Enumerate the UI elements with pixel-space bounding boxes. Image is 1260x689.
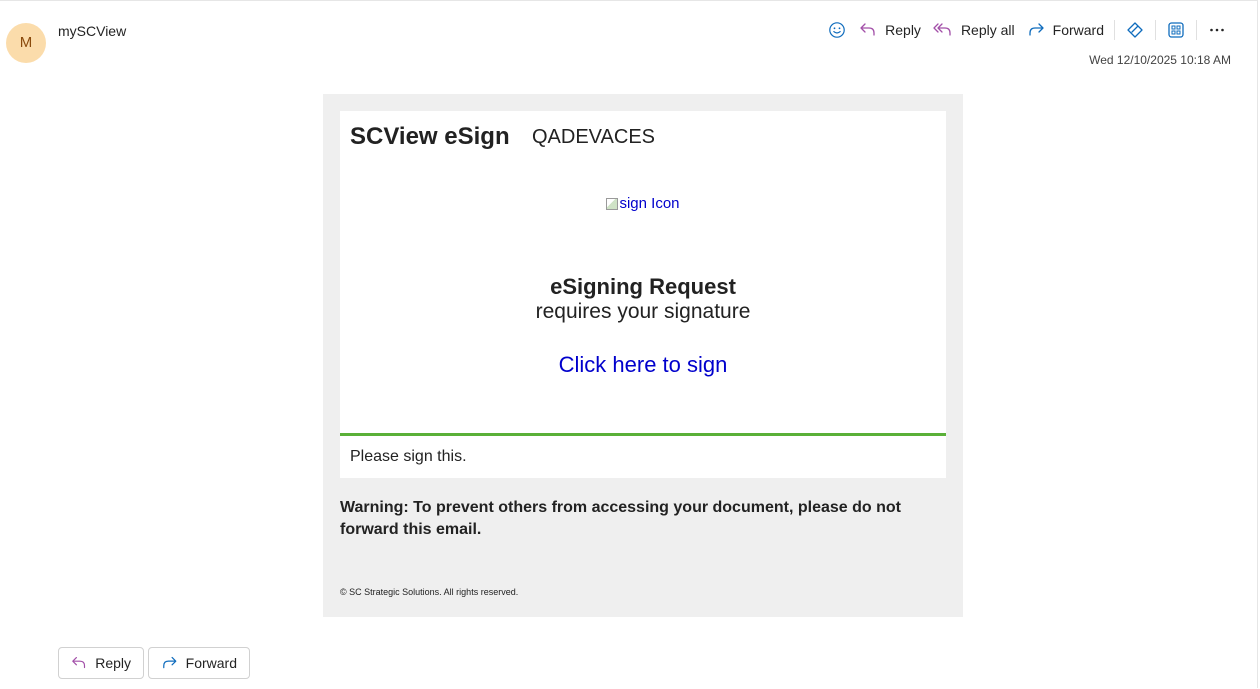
footer-reply-button[interactable]: Reply bbox=[58, 647, 144, 679]
forward-button[interactable]: Forward bbox=[1021, 17, 1110, 43]
broken-image-icon bbox=[606, 198, 619, 210]
reply-icon bbox=[72, 657, 86, 669]
footer-reply-label: Reply bbox=[95, 655, 131, 671]
reply-label: Reply bbox=[885, 22, 921, 38]
loop-icon bbox=[1127, 22, 1143, 38]
request-title: eSigning Request bbox=[550, 274, 736, 299]
brand-title: SCView eSign bbox=[350, 123, 510, 150]
message-toolbar: Reply Reply all Forward bbox=[821, 17, 1233, 43]
email-body: SCView eSign QADEVACES sign Icon eSignin… bbox=[323, 94, 963, 617]
loop-button[interactable] bbox=[1122, 17, 1148, 43]
reply-all-button[interactable]: Reply all bbox=[927, 17, 1021, 43]
reply-icon bbox=[860, 23, 875, 36]
sign-link[interactable]: Click here to sign bbox=[340, 352, 946, 378]
toolbar-divider bbox=[1114, 20, 1115, 40]
apps-icon bbox=[1168, 22, 1184, 38]
forward-warning: Warning: To prevent others from accessin… bbox=[340, 499, 901, 538]
forward-icon bbox=[163, 656, 177, 669]
more-icon bbox=[1210, 28, 1224, 32]
sign-image-placeholder[interactable]: sign Icon bbox=[340, 195, 946, 212]
footer-forward-button[interactable]: Forward bbox=[148, 647, 250, 679]
emoji-icon bbox=[829, 22, 845, 38]
forward-icon bbox=[1028, 23, 1044, 36]
forward-label: Forward bbox=[1052, 22, 1104, 38]
tenant-name: QADEVACES bbox=[532, 126, 655, 148]
toolbar-divider bbox=[1196, 20, 1197, 40]
more-actions-button[interactable] bbox=[1204, 17, 1230, 43]
request-subtitle: requires your signature bbox=[535, 300, 751, 323]
reply-button[interactable]: Reply bbox=[853, 17, 927, 43]
sender-name[interactable]: mySCView bbox=[58, 23, 126, 39]
received-timestamp: Wed 12/10/2025 10:18 AM bbox=[1089, 53, 1231, 67]
emoji-reaction-button[interactable] bbox=[824, 17, 850, 43]
sign-image-alt: sign Icon bbox=[619, 195, 680, 212]
footer-forward-label: Forward bbox=[185, 655, 237, 671]
toolbar-divider bbox=[1155, 20, 1156, 40]
divider bbox=[340, 433, 946, 436]
apps-button[interactable] bbox=[1163, 17, 1189, 43]
esign-card: SCView eSign QADEVACES sign Icon eSignin… bbox=[340, 111, 946, 478]
request-note: Please sign this. bbox=[350, 448, 467, 465]
reply-all-label: Reply all bbox=[960, 22, 1015, 38]
reading-pane: M mySCView Reply Reply all Forward Wed 1… bbox=[0, 0, 1258, 688]
avatar[interactable]: M bbox=[6, 23, 46, 63]
avatar-initial: M bbox=[19, 34, 33, 51]
reply-all-icon bbox=[933, 23, 951, 36]
copyright: © SC Strategic Solutions. All rights res… bbox=[340, 587, 519, 597]
